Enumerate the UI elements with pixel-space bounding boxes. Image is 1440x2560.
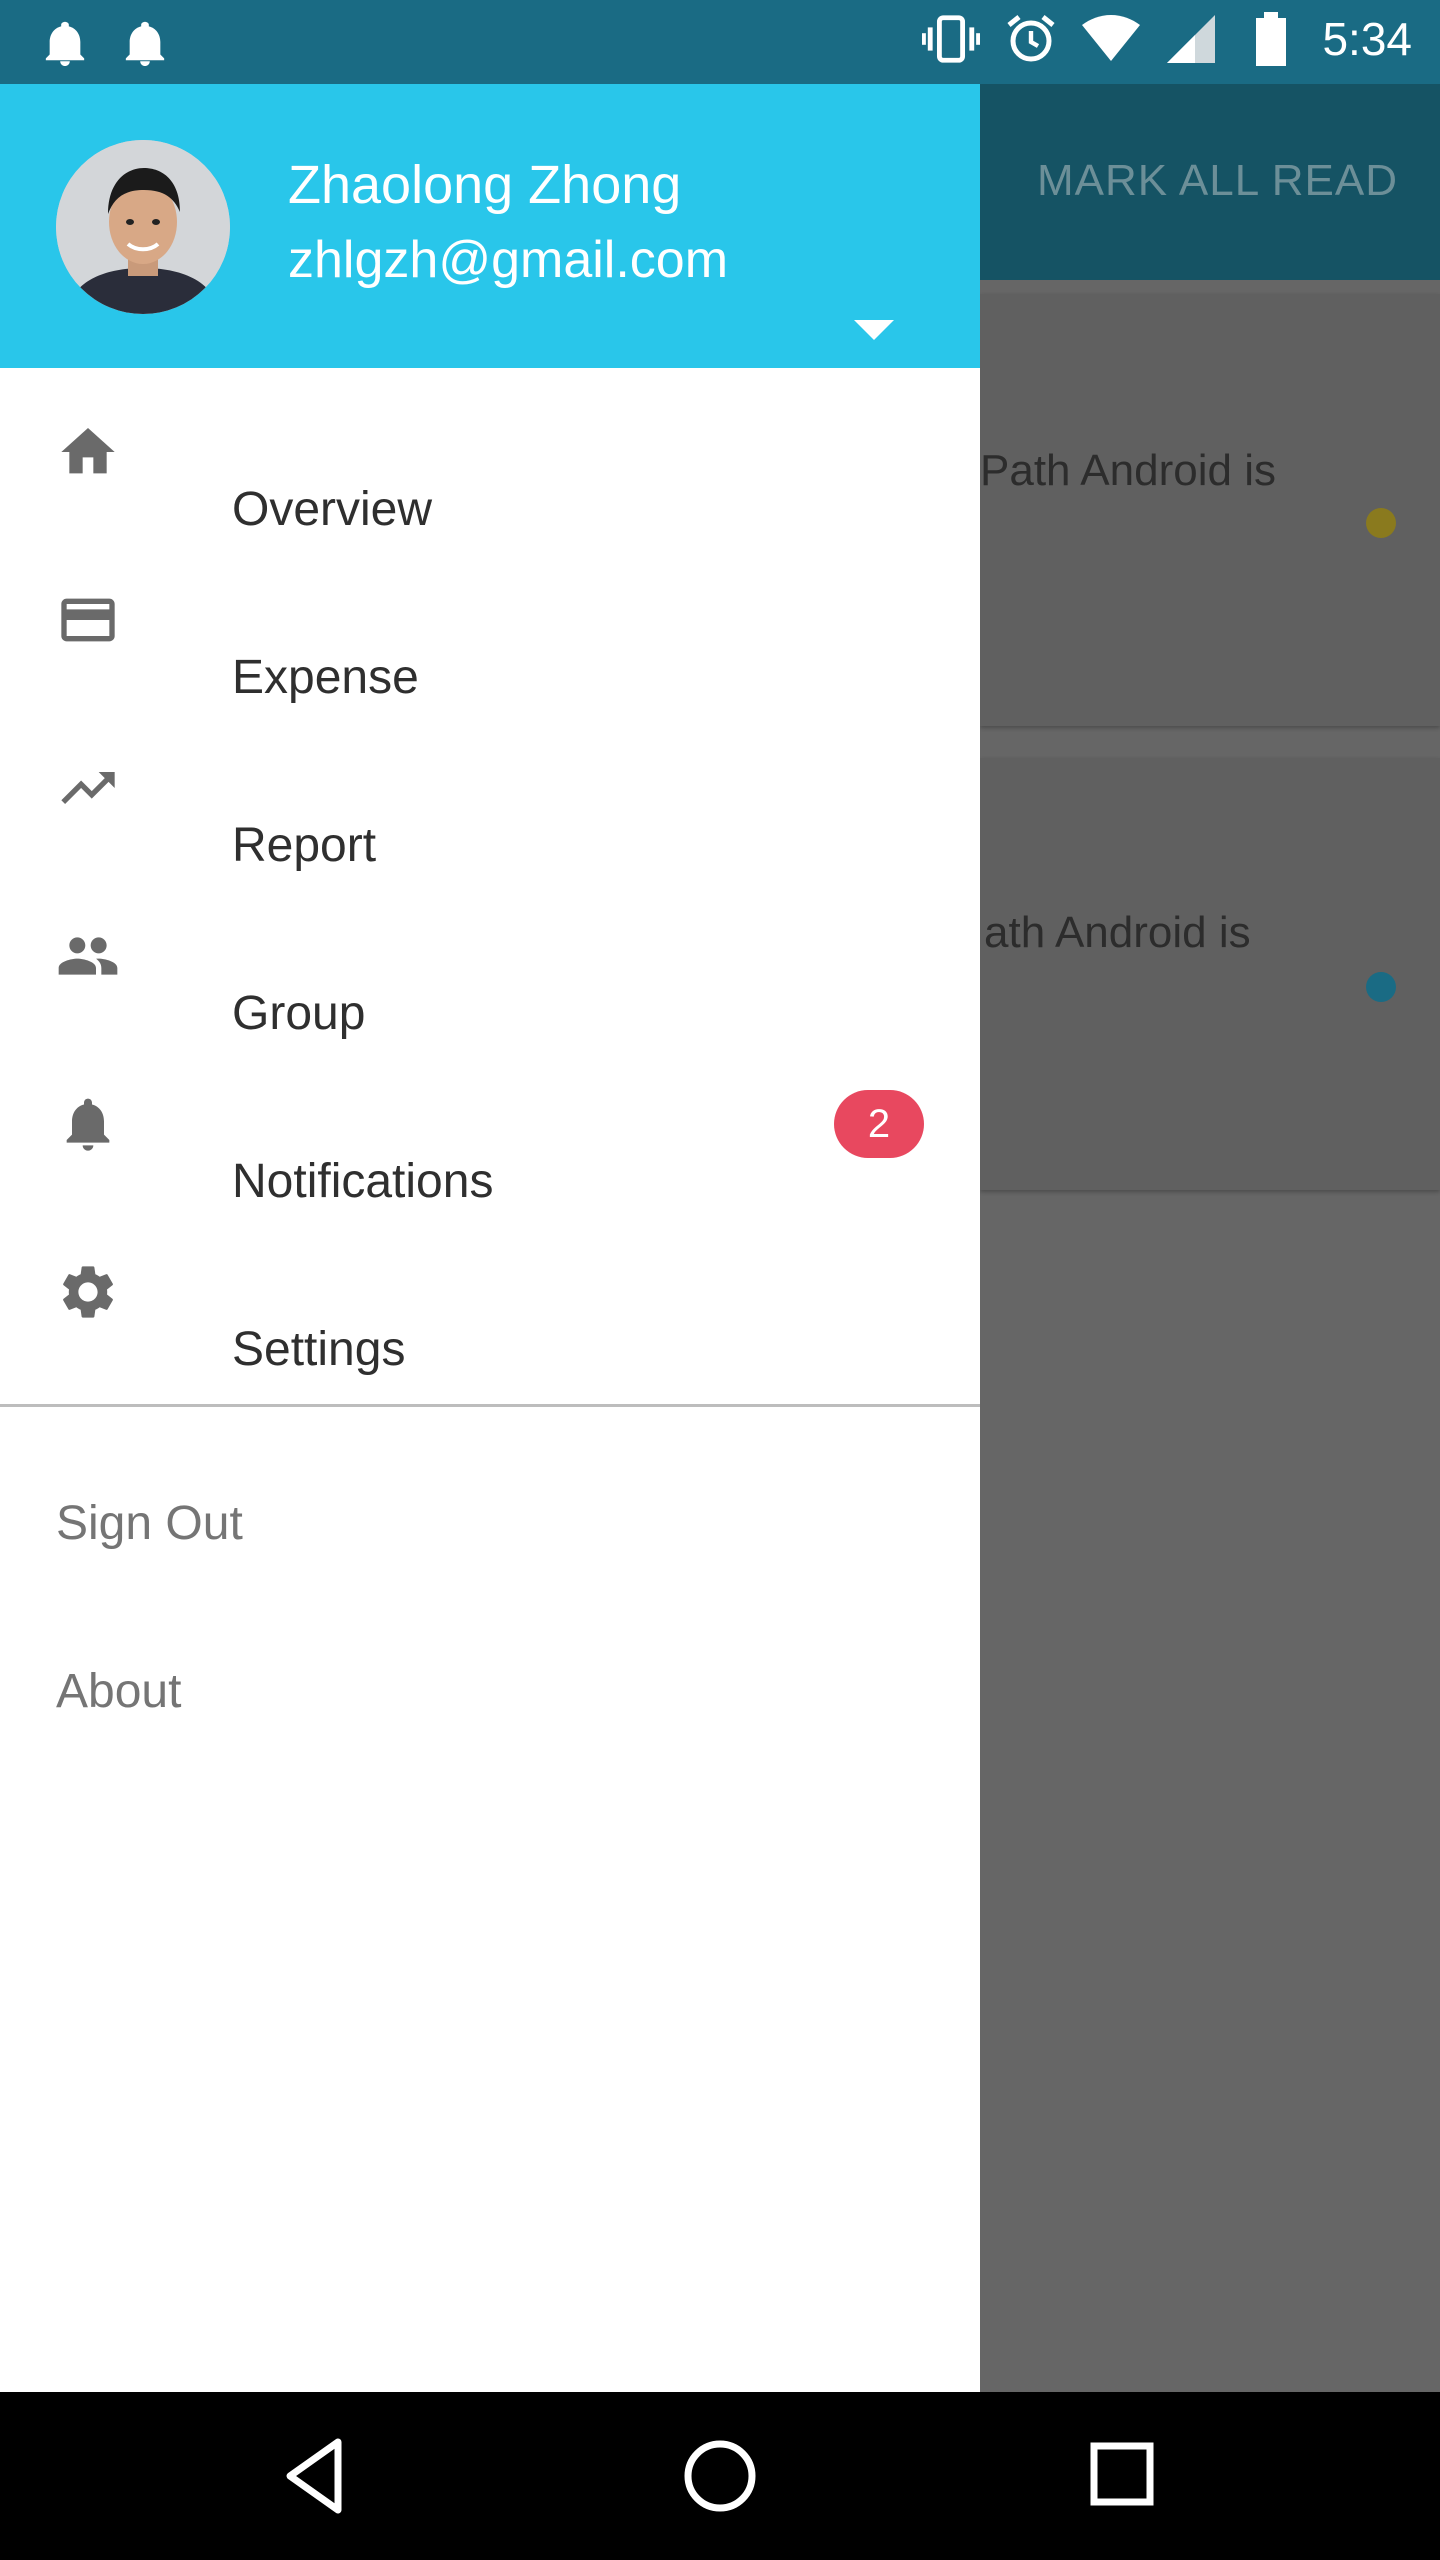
notification-bell-icon <box>36 14 94 72</box>
menu-item-notifications[interactable]: Notifications 2 <box>0 1040 980 1208</box>
menu-label: Notifications <box>232 1155 494 1208</box>
mark-all-read-button[interactable]: MARK ALL READ <box>1037 156 1398 206</box>
menu-item-report[interactable]: Report <box>0 704 980 872</box>
recents-icon[interactable] <box>1078 2430 1170 2522</box>
back-icon[interactable] <box>270 2430 362 2522</box>
card-text: Path Android is <box>980 446 1276 495</box>
notification-card[interactable]: Path Android is <box>980 294 1440 726</box>
notification-bell-icon <box>116 14 174 72</box>
menu-label: Group <box>232 987 366 1040</box>
unread-dot <box>1366 972 1396 1002</box>
menu-label: Overview <box>232 483 433 536</box>
gear-icon <box>56 1260 120 1324</box>
menu-label: Report <box>232 819 377 872</box>
home-circle-icon[interactable] <box>674 2430 766 2522</box>
clock: 5:34 <box>1322 13 1412 65</box>
notification-card[interactable]: ath Android is <box>980 758 1440 1190</box>
status-bar: 5:34 <box>0 0 1440 84</box>
menu-item-overview[interactable]: Overview <box>0 368 980 536</box>
bell-icon <box>56 1092 120 1156</box>
avatar[interactable] <box>56 140 230 314</box>
navigation-drawer: Zhaolong Zhong zhlgzh@gmail.com Overview… <box>0 84 980 2392</box>
user-email: zhlgzh@gmail.com <box>288 231 729 289</box>
battery-icon <box>1242 10 1300 68</box>
system-navigation-bar <box>0 2392 1440 2560</box>
user-name: Zhaolong Zhong <box>288 155 682 215</box>
home-icon <box>56 420 120 484</box>
group-icon <box>56 924 120 988</box>
menu-item-group[interactable]: Group <box>0 872 980 1040</box>
unread-dot <box>1366 508 1396 538</box>
card-text: ath Android is <box>984 908 1251 957</box>
menu-label: Expense <box>232 651 419 704</box>
cellular-signal-icon <box>1162 10 1220 68</box>
menu-label: Settings <box>232 1323 406 1376</box>
wifi-icon <box>1082 10 1141 68</box>
alarm-icon <box>1002 10 1060 68</box>
about-link[interactable]: About <box>56 1664 181 1719</box>
drawer-header[interactable]: Zhaolong Zhong zhlgzh@gmail.com <box>0 84 980 368</box>
sign-out-link[interactable]: Sign Out <box>56 1496 243 1551</box>
divider <box>0 1404 980 1407</box>
menu-item-settings[interactable]: Settings <box>0 1208 980 1376</box>
vibrate-icon <box>922 10 981 68</box>
trending-up-icon <box>56 756 120 820</box>
account-dropdown-arrow-icon[interactable] <box>854 320 894 342</box>
menu-item-expense[interactable]: Expense <box>0 536 980 704</box>
notification-count-badge: 2 <box>834 1090 924 1158</box>
credit-card-icon <box>56 588 120 652</box>
